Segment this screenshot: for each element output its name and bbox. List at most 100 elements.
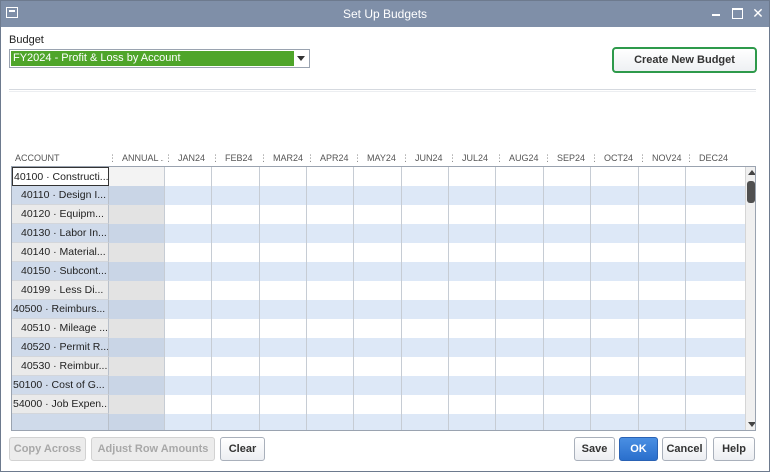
help-button[interactable]: Help: [713, 437, 755, 461]
table-row[interactable]: 40120 · Equipm...: [12, 205, 745, 224]
column-divider: [543, 167, 544, 430]
table-row[interactable]: 54000 · Job Expen...: [12, 395, 745, 414]
column-header[interactable]: ⋮ SEP24: [543, 151, 590, 165]
cancel-button[interactable]: Cancel: [662, 437, 707, 461]
column-divider: [353, 167, 354, 430]
column-header-label: MAR24: [273, 153, 304, 163]
table-row[interactable]: 50100 · Cost of G...: [12, 376, 745, 395]
column-resize-grip-icon[interactable]: ⋮: [259, 153, 268, 163]
column-header-label: APR24: [320, 153, 349, 163]
annual-total-cell: [109, 224, 165, 243]
table-row[interactable]: 40500 · Reimburs...: [12, 300, 745, 319]
annual-total-cell: [109, 319, 165, 338]
column-resize-grip-icon[interactable]: ⋮: [448, 153, 457, 163]
column-header[interactable]: ⋮ JUN24: [401, 151, 448, 165]
column-divider: [685, 167, 686, 430]
table-row[interactable]: 40140 · Material...: [12, 243, 745, 262]
annual-total-cell: [109, 300, 165, 319]
column-divider: [638, 167, 639, 430]
column-divider: [495, 167, 496, 430]
column-resize-grip-icon[interactable]: ⋮: [353, 153, 362, 163]
vertical-scrollbar[interactable]: [745, 167, 755, 430]
column-header-label: OCT24: [604, 153, 634, 163]
column-resize-grip-icon[interactable]: ⋮: [590, 153, 599, 163]
adjust-row-amounts-button[interactable]: Adjust Row Amounts: [91, 437, 215, 461]
account-cell: 40500 · Reimburs...: [12, 300, 109, 319]
set-up-budgets-window: Set Up Budgets ✕ Budget FY2024 - Profit …: [0, 0, 770, 472]
table-row[interactable]: 40150 · Subcont...: [12, 262, 745, 281]
account-cell: 40510 · Mileage ...: [12, 319, 109, 338]
column-divider: [164, 167, 165, 430]
create-new-budget-button[interactable]: Create New Budget: [612, 47, 757, 73]
account-cell: 40150 · Subcont...: [12, 262, 109, 281]
save-button[interactable]: Save: [574, 437, 615, 461]
column-divider: [259, 167, 260, 430]
table-row[interactable]: 40130 · Labor In...: [12, 224, 745, 243]
close-icon[interactable]: ✕: [750, 5, 766, 21]
column-header[interactable]: ⋮ MAR24: [259, 151, 306, 165]
column-header[interactable]: ⋮ MAY24: [353, 151, 401, 165]
column-divider: [211, 167, 212, 430]
copy-across-button[interactable]: Copy Across: [9, 437, 86, 461]
annual-total-cell: [109, 243, 165, 262]
budget-select[interactable]: FY2024 - Profit & Loss by Account: [9, 49, 310, 68]
column-header-label: JUN24: [415, 153, 443, 163]
column-divider: [401, 167, 402, 430]
column-divider: [590, 167, 591, 430]
column-header[interactable]: ⋮ OCT24: [590, 151, 638, 165]
budget-grid[interactable]: 40100 · Constructi... 40110 · Design I...…: [11, 166, 756, 431]
column-header[interactable]: ⋮ NOV24: [638, 151, 685, 165]
column-header-label: DEC24: [699, 153, 729, 163]
column-header-label: SEP24: [557, 153, 586, 163]
ok-button[interactable]: OK: [619, 437, 658, 461]
column-resize-grip-icon[interactable]: ⋮: [401, 153, 410, 163]
column-header[interactable]: ⋮ JAN24: [164, 151, 211, 165]
table-row[interactable]: 40520 · Permit R...: [12, 338, 745, 357]
account-cell: 40199 · Less Di...: [12, 281, 109, 300]
column-resize-grip-icon[interactable]: ⋮: [495, 153, 504, 163]
column-header[interactable]: ⋮ AUG24: [495, 151, 543, 165]
column-resize-grip-icon[interactable]: ⋮: [164, 153, 173, 163]
column-divider: [306, 167, 307, 430]
annual-total-cell: [109, 186, 165, 205]
annual-total-cell: [109, 376, 165, 395]
annual-total-cell: [109, 262, 165, 281]
table-row[interactable]: 40530 · Reimbur...: [12, 357, 745, 376]
column-header[interactable]: ACCOUNT: [15, 151, 112, 165]
column-header[interactable]: ⋮ ANNUAL ...: [108, 151, 164, 165]
column-header[interactable]: ⋮ JUL24: [448, 151, 495, 165]
column-resize-grip-icon[interactable]: ⋮: [306, 153, 315, 163]
column-header-label: NOV24: [652, 153, 682, 163]
scroll-up-icon[interactable]: [746, 167, 755, 178]
minimize-icon[interactable]: [708, 5, 724, 21]
column-resize-grip-icon[interactable]: ⋮: [543, 153, 552, 163]
table-row[interactable]: [12, 414, 745, 430]
maximize-icon[interactable]: [729, 5, 745, 21]
column-resize-grip-icon[interactable]: ⋮: [638, 153, 647, 163]
window-title: Set Up Budgets: [342, 7, 428, 21]
account-cell: 40120 · Equipm...: [12, 205, 109, 224]
clear-button[interactable]: Clear: [220, 437, 265, 461]
account-cell: 40100 · Constructi...: [12, 167, 109, 186]
column-header-label: FEB24: [225, 153, 253, 163]
column-header[interactable]: ⋮ DEC24: [685, 151, 744, 165]
table-row[interactable]: 40199 · Less Di...: [12, 281, 745, 300]
annual-total-cell: [109, 338, 165, 357]
table-row[interactable]: 40510 · Mileage ...: [12, 319, 745, 338]
column-header-label: ANNUAL ...: [122, 153, 164, 163]
grid-header: ACCOUNT ⋮ ANNUAL ... ⋮ JAN24 ⋮ FEB24 ⋮ MAR24 ⋮ APR…: [11, 151, 756, 165]
column-header[interactable]: ⋮ APR24: [306, 151, 353, 165]
scroll-down-icon[interactable]: [746, 419, 755, 430]
column-header[interactable]: ⋮ FEB24: [211, 151, 259, 165]
table-row[interactable]: 40110 · Design I...: [12, 186, 745, 205]
column-resize-grip-icon[interactable]: ⋮: [685, 153, 694, 163]
table-row[interactable]: 40100 · Constructi...: [12, 167, 745, 186]
chevron-down-icon[interactable]: [293, 50, 309, 67]
scroll-thumb[interactable]: [747, 181, 755, 203]
column-resize-grip-icon[interactable]: ⋮: [211, 153, 220, 163]
account-cell: 50100 · Cost of G...: [12, 376, 109, 395]
account-cell: 40130 · Labor In...: [12, 224, 109, 243]
column-header-label: AUG24: [509, 153, 539, 163]
annual-total-cell: [109, 357, 165, 376]
column-resize-grip-icon[interactable]: ⋮: [108, 153, 117, 163]
